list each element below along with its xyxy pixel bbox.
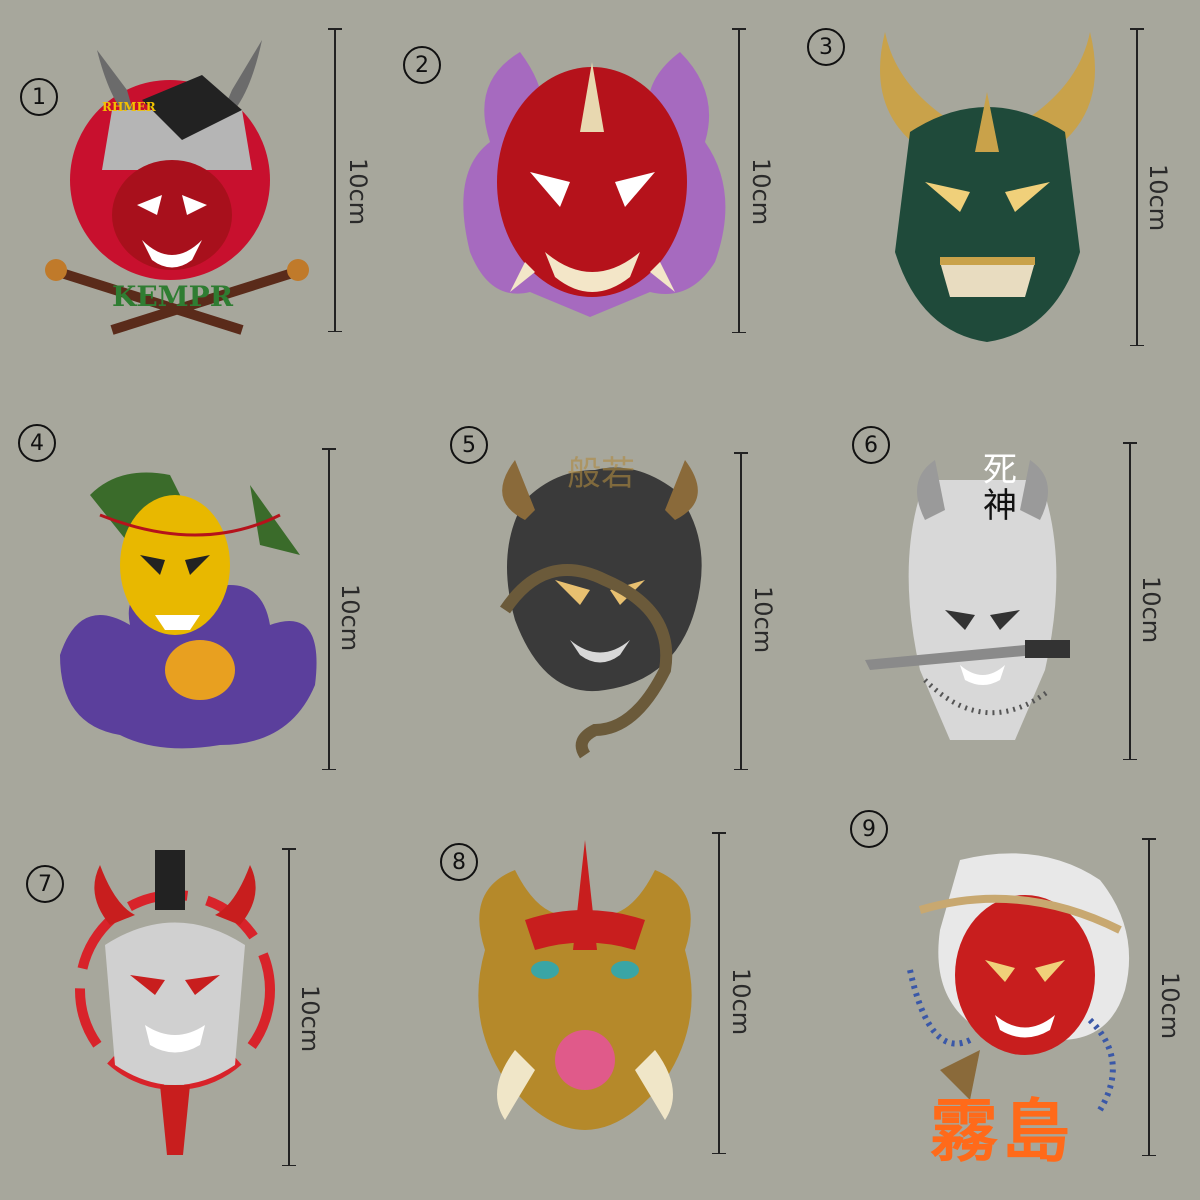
size-ruler (328, 28, 342, 332)
golden-beast-tusks-sticker (465, 830, 705, 1140)
red-oni-wave-rope-sticker: 霧島 (900, 840, 1140, 1172)
size-ruler (1130, 28, 1144, 346)
size-ruler (322, 448, 336, 770)
grey-oni-sword-sticker (75, 845, 275, 1165)
size-label: 10cm (1144, 164, 1172, 232)
size-ruler (712, 832, 726, 1154)
size-label: 10cm (344, 158, 372, 226)
item-number-badge: 7 (26, 865, 64, 903)
size-label: 10cm (336, 584, 364, 652)
kanji-caption: 般若 (567, 454, 635, 494)
brand-text: RHMER (102, 100, 156, 114)
green-gold-horned-oni-sticker (855, 22, 1120, 352)
yellow-mask-peony-sticker (60, 455, 325, 760)
item-number-badge: 4 (18, 424, 56, 462)
oni-mask-katana-sticker: RHMER KEMPR (42, 30, 312, 340)
size-label: 10cm (727, 968, 755, 1036)
size-label: 10cm (747, 158, 775, 226)
size-label: 10cm (1137, 576, 1165, 644)
size-label: 10cm (1156, 972, 1184, 1040)
kanji-caption: 霧島 (930, 1092, 1075, 1172)
red-hannya-purple-flame-sticker (450, 22, 735, 332)
item-number-badge: 3 (807, 28, 845, 66)
white-hannya-knife-sticker: 死 神 (865, 440, 1085, 750)
item-number-badge: 2 (403, 46, 441, 84)
size-ruler (1123, 442, 1137, 760)
size-ruler (1142, 838, 1156, 1156)
size-ruler (732, 28, 746, 333)
item-number-badge: 9 (850, 810, 888, 848)
item-number-badge: 5 (450, 426, 488, 464)
size-ruler (734, 452, 748, 770)
size-ruler (282, 848, 296, 1166)
brand-text-bottom: KEMPR (112, 280, 233, 313)
kanji-caption: 神 (983, 486, 1017, 526)
size-label: 10cm (749, 586, 777, 654)
black-hannya-snake-sticker: 般若 (485, 440, 715, 760)
size-label: 10cm (296, 985, 324, 1053)
